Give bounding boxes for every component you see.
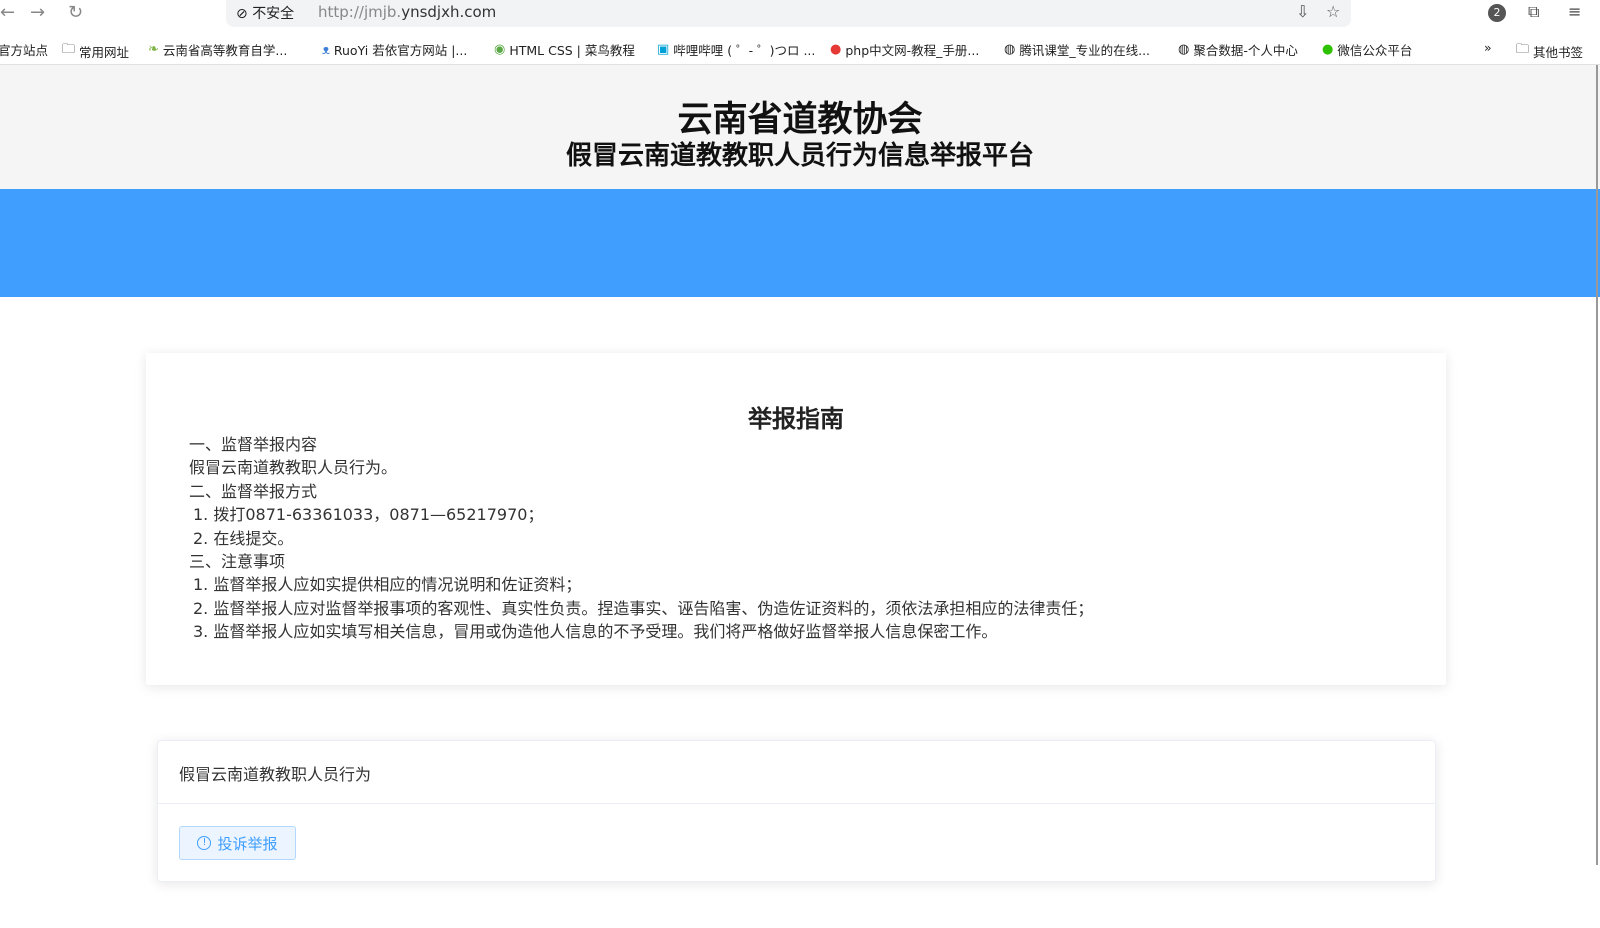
globe-icon: ◍ bbox=[1004, 42, 1016, 57]
browser-toolbar: ← → ↻ ⊘ 不安全 http://jmjb.ynsdjxh.com ⇩ ☆ … bbox=[0, 0, 1600, 28]
guide-line: 假冒云南道教教职人员行为。 bbox=[189, 458, 398, 478]
report-guide-card: 举报指南 一、监督举报内容 假冒云南道教教职人员行为。 二、监督举报方式 1. … bbox=[146, 353, 1446, 685]
shield-warning-icon: ⊘ bbox=[236, 6, 248, 22]
bookmark-item[interactable]: ᴥ RuoYi 若依官方网站 |... bbox=[322, 40, 467, 59]
runoob-icon: ◉ bbox=[494, 42, 506, 57]
bookmark-item[interactable]: ● php中文网-教程_手册... bbox=[830, 40, 979, 59]
security-indicator[interactable]: ⊘ 不安全 bbox=[236, 3, 294, 23]
guide-title: 举报指南 bbox=[748, 405, 844, 433]
bookmark-item[interactable]: 🗀 常用网址 bbox=[62, 40, 129, 62]
bookmarks-bar: 官方站点 🗀 常用网址 ❧ 云南省高等教育自学... ᴥ RuoYi 若依官方网站 |… bbox=[0, 36, 1600, 62]
report-card-header: 假冒云南道教教职人员行为 bbox=[158, 741, 1435, 804]
folder-icon: 🗀 bbox=[62, 42, 76, 57]
bookmark-item[interactable]: ▣ 哔哩哔哩 ( ゜- ゜)つロ ... bbox=[657, 40, 815, 59]
bookmark-item[interactable]: ◉ HTML CSS | 菜鸟教程 bbox=[494, 40, 635, 59]
menu-icon[interactable]: ≡ bbox=[1568, 2, 1581, 21]
bookmark-item[interactable]: ◍ 聚合数据-个人中心 bbox=[1178, 40, 1298, 59]
guide-line: 2. 监督举报人应对监督举报事项的客观性、真实性负责。捏造事实、诬告陷害、伪造佐… bbox=[193, 598, 1094, 618]
page-header: 云南省道教协会 假冒云南道教教职人员行为信息举报平台 bbox=[0, 65, 1600, 189]
forward-icon[interactable]: → bbox=[30, 2, 45, 24]
info-icon: ! bbox=[197, 836, 212, 850]
wechat-icon: ● bbox=[1322, 42, 1334, 57]
extensions-icon[interactable]: ⧉ bbox=[1528, 2, 1539, 22]
address-bar[interactable]: ⊘ 不安全 http://jmjb.ynsdjxh.com ⇩ ☆ bbox=[226, 0, 1351, 27]
guide-line: 2. 在线提交。 bbox=[193, 528, 294, 548]
bookmark-item[interactable]: ● 微信公众平台 bbox=[1322, 40, 1412, 59]
guide-line: 1. 拨打0871-63361033，0871—65217970； bbox=[193, 505, 544, 525]
guide-line: 三、注意事项 bbox=[189, 551, 286, 571]
bookmark-item[interactable]: ◍ 腾讯课堂_专业的在线... bbox=[1004, 40, 1150, 59]
profile-badge[interactable]: 2 bbox=[1488, 4, 1506, 22]
guide-content: 一、监督举报内容 假冒云南道教教职人员行为。 二、监督举报方式 1. 拨打087… bbox=[189, 433, 1093, 644]
report-card: 假冒云南道教教职人员行为 ! 投诉举报 bbox=[157, 740, 1436, 882]
scrollbar[interactable] bbox=[1596, 65, 1598, 865]
report-complaint-button[interactable]: ! 投诉举报 bbox=[179, 826, 296, 860]
reload-icon[interactable]: ↻ bbox=[68, 2, 83, 24]
bookmark-item[interactable]: 官方站点 bbox=[0, 40, 48, 59]
folder-icon: 🗀 bbox=[1516, 42, 1530, 57]
more-bookmarks-chevron-icon[interactable]: » bbox=[1484, 40, 1492, 55]
report-button-label: 投诉举报 bbox=[217, 834, 278, 853]
install-app-icon[interactable]: ⇩ bbox=[1296, 2, 1309, 21]
blue-banner bbox=[0, 189, 1600, 297]
php-icon: ● bbox=[830, 42, 842, 57]
ruoyi-icon: ᴥ bbox=[322, 42, 330, 58]
bookmark-item[interactable]: ❧ 云南省高等教育自学... bbox=[148, 40, 287, 59]
globe-icon: ◍ bbox=[1178, 42, 1190, 57]
guide-line: 二、监督举报方式 bbox=[189, 481, 318, 501]
back-icon[interactable]: ← bbox=[0, 2, 15, 24]
other-bookmarks[interactable]: 🗀 其他书签 bbox=[1516, 40, 1583, 62]
guide-line: 3. 监督举报人应如实填写相关信息，冒用或伪造他人信息的不予受理。我们将严格做好… bbox=[193, 622, 998, 642]
star-icon[interactable]: ☆ bbox=[1326, 2, 1340, 21]
guide-line: 一、监督举报内容 bbox=[189, 435, 318, 454]
leaf-icon: ❧ bbox=[148, 42, 159, 57]
guide-line: 1. 监督举报人应如实提供相应的情况说明和佐证资料； bbox=[193, 575, 582, 595]
url-text[interactable]: http://jmjb.ynsdjxh.com bbox=[318, 3, 496, 21]
page-subtitle: 假冒云南道教教职人员行为信息举报平台 bbox=[565, 141, 1034, 171]
bilibili-icon: ▣ bbox=[657, 42, 670, 57]
